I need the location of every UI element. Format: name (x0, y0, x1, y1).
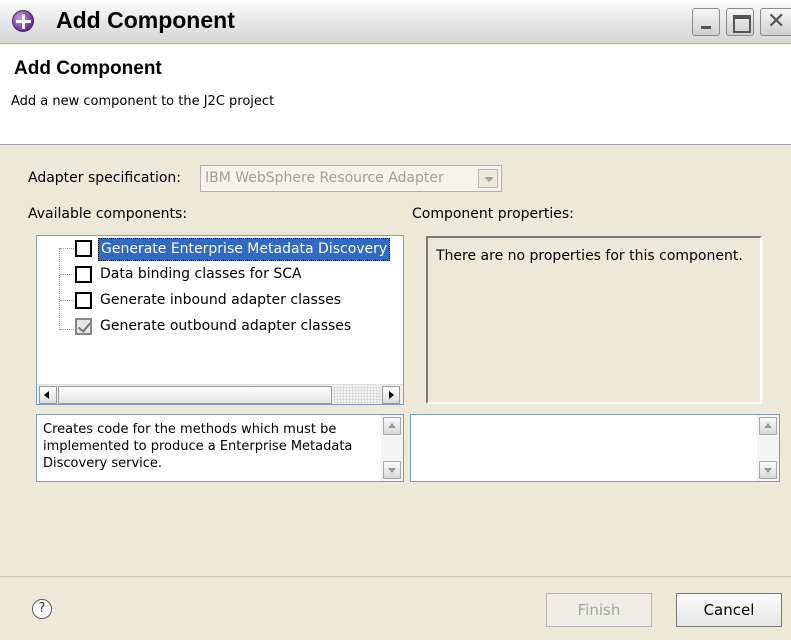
scroll-left-icon[interactable] (39, 386, 57, 404)
component-properties-panel: There are no properties for this compone… (426, 236, 762, 404)
wizard-body: Adapter specification: IBM WebSphere Res… (0, 146, 791, 576)
scroll-thumb[interactable] (58, 386, 332, 404)
close-button[interactable]: ✕ (760, 8, 791, 36)
tree-connector (60, 274, 74, 275)
window-title: Add Component (56, 7, 235, 33)
tree-item-label: Data binding classes for SCA (100, 266, 302, 282)
checkbox[interactable] (75, 266, 92, 283)
adapter-spec-combo: IBM WebSphere Resource Adapter (200, 165, 502, 192)
property-description[interactable] (410, 414, 780, 482)
close-icon: ✕ (767, 9, 786, 34)
scroll-up-icon[interactable] (383, 417, 401, 435)
minimize-button[interactable] (692, 8, 720, 36)
page-title: Add Component (14, 58, 162, 79)
description-text: Creates code for the methods which must … (43, 422, 353, 471)
checkbox-checked[interactable] (75, 318, 92, 335)
cancel-button[interactable]: Cancel (676, 593, 782, 627)
adapter-spec-value: IBM WebSphere Resource Adapter (205, 170, 444, 186)
page-description: Add a new component to the J2C project (11, 94, 275, 109)
scroll-up-icon[interactable] (759, 417, 777, 435)
scroll-down-icon[interactable] (759, 461, 777, 479)
available-components-label: Available components: (28, 206, 188, 222)
title-bar[interactable]: Add Component ✕ (0, 0, 791, 44)
components-tree[interactable]: Generate Enterprise Metadata Discovery D… (36, 235, 404, 405)
button-bar: ? Finish Cancel (0, 576, 791, 640)
tree-connector (59, 248, 75, 330)
vertical-scrollbar[interactable] (757, 415, 779, 481)
vertical-scrollbar[interactable] (381, 415, 403, 481)
checkbox[interactable] (75, 240, 92, 257)
tree-connector (60, 300, 74, 301)
adapter-spec-label: Adapter specification: (28, 170, 182, 186)
scroll-track[interactable] (333, 386, 381, 404)
tree-item-label: Generate inbound adapter classes (100, 292, 342, 308)
component-description[interactable]: Creates code for the methods which must … (36, 414, 404, 482)
tree-item-label: Generate Enterprise Metadata Discovery (98, 238, 391, 261)
maximize-button[interactable] (726, 8, 754, 36)
tree-connector (60, 248, 74, 249)
add-component-dialog: Add Component ✕ Add Component Add a new … (0, 0, 791, 640)
tree-connector (60, 329, 74, 330)
tree-item-label: Generate outbound adapter classes (100, 318, 352, 334)
scroll-down-icon[interactable] (383, 461, 401, 479)
checkbox[interactable] (75, 292, 92, 309)
app-icon (12, 10, 34, 32)
finish-button[interactable]: Finish (546, 593, 652, 627)
help-icon[interactable]: ? (32, 599, 52, 619)
wizard-header: Add Component Add a new component to the… (0, 45, 791, 145)
chevron-down-icon (478, 169, 498, 188)
no-properties-text: There are no properties for this compone… (436, 248, 743, 264)
horizontal-scrollbar[interactable] (37, 384, 403, 404)
component-properties-label: Component properties: (412, 206, 574, 222)
scroll-right-icon[interactable] (382, 386, 400, 404)
